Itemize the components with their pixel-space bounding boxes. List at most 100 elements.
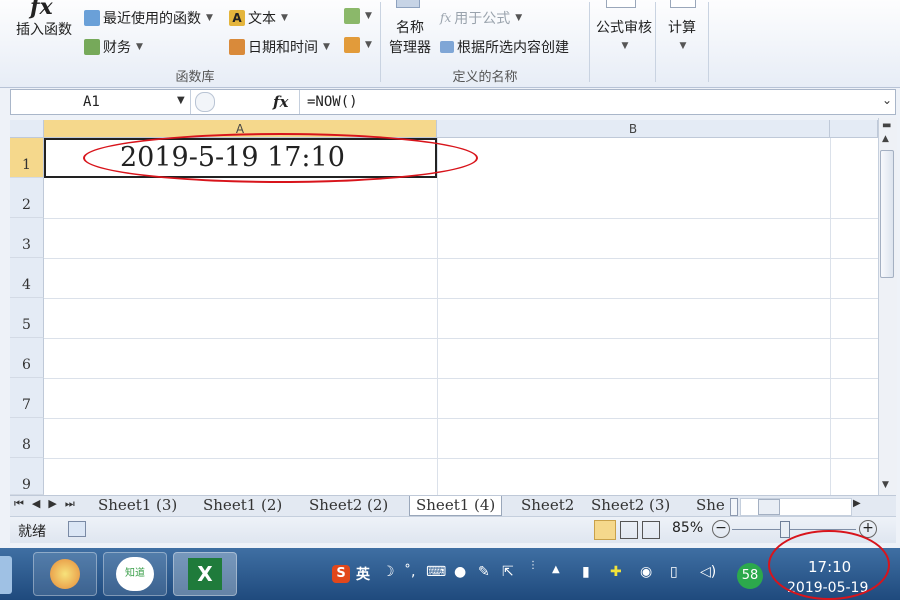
lookup-button[interactable]: ▼ [344, 8, 372, 24]
sheet-tab[interactable]: Sheet2 [521, 496, 574, 515]
ribbon: fx 插入函数 最近使用的函数 ▼ 财务 ▼ A 文本 ▼ 日期和时间 ▼ ▼ ▼ 函数… [0, 0, 900, 88]
sheet-tab[interactable]: Sheet2 (2) [309, 496, 388, 515]
group-separator [380, 2, 381, 82]
expand-formula-bar-icon[interactable]: ⌄ [879, 93, 895, 111]
create-selection-icon [440, 41, 454, 53]
sheet-tab-active[interactable]: Sheet1 (4) [409, 496, 503, 516]
sheet-tab[interactable]: Sheet1 (3) [98, 496, 177, 515]
row-header-7[interactable]: 7 [10, 378, 44, 418]
finance-icon [84, 39, 100, 55]
insert-function-fx-icon[interactable]: fx [273, 90, 288, 114]
security-plus-icon[interactable]: ✚ [610, 564, 622, 580]
vertical-scroll-thumb[interactable] [880, 150, 894, 278]
formula-auditing-label: 公式审核 [596, 20, 652, 36]
zoom-out-icon[interactable]: − [712, 520, 730, 538]
row-header-8[interactable]: 8 [10, 418, 44, 458]
scroll-right-icon[interactable]: ▶ [853, 498, 861, 509]
punctuation-icon[interactable]: ˚, [404, 564, 415, 580]
macro-record-icon[interactable] [68, 521, 86, 537]
use-in-formula-button[interactable]: fx 用于公式 ▼ [440, 8, 522, 28]
taskbar-zhidao-button[interactable]: 知道 [103, 552, 167, 596]
formula-auditing-button[interactable]: 公式审核 ▼ [593, 17, 655, 51]
ime-mode-label[interactable]: 英 [356, 564, 370, 584]
sheet-tab[interactable]: She [696, 496, 732, 515]
name-manager-label-2: 管理器 [389, 40, 431, 56]
qq-penguin-icon[interactable]: ◉ [640, 564, 652, 580]
page-break-view-icon[interactable] [642, 521, 660, 539]
user-icon[interactable]: ● [454, 564, 466, 580]
row-header-6[interactable]: 6 [10, 338, 44, 378]
keyboard-icon[interactable]: ⌨ [426, 564, 446, 580]
sheet-tab-bar: ⏮◀▶⏭ Sheet1 (3) Sheet1 (2) Sheet2 (2) Sh… [10, 495, 896, 516]
tray-menu-icon[interactable]: ⋮ [528, 560, 538, 571]
normal-view-icon[interactable] [594, 520, 616, 540]
network-signal-icon[interactable]: ▮ [582, 564, 590, 580]
text-label: 文本 [248, 11, 276, 27]
group-separator [708, 2, 709, 82]
moon-icon[interactable]: ☽ [382, 564, 395, 580]
row-header-5[interactable]: 5 [10, 298, 44, 338]
taskbar: 知道 X S 英 ☽ ˚, ⌨ ● ✎ ⇱ ⋮ ▲ ▮ ✚ ◉ ▯ ◁) 58 [0, 548, 900, 600]
zoom-level[interactable]: 85% [672, 520, 703, 536]
insert-function-button[interactable]: 插入函数 [16, 19, 72, 39]
horizontal-scrollbar[interactable] [740, 498, 852, 516]
sheet-tab[interactable]: Sheet1 (2) [203, 496, 282, 515]
zoom-slider-thumb[interactable] [780, 521, 790, 538]
column-header-c[interactable] [830, 120, 878, 138]
recently-used-button[interactable]: 最近使用的函数 ▼ [84, 8, 213, 28]
row-header-1[interactable]: 1 [10, 138, 44, 178]
more-functions-button[interactable]: ▼ [344, 37, 372, 53]
formula-divider [299, 90, 300, 114]
worksheet-grid[interactable]: A B 1 2 3 4 5 6 7 8 9 2019-5-19 17:10 [10, 120, 878, 495]
finance-button[interactable]: 财务 ▼ [84, 37, 143, 57]
chevron-down-icon: ▼ [621, 41, 629, 51]
group-separator [655, 2, 656, 82]
calculation-button[interactable]: 计算 ▼ [660, 17, 704, 51]
sogou-ime-icon[interactable]: S [332, 565, 350, 583]
notification-badge[interactable]: 58 [737, 563, 763, 589]
text-button[interactable]: A 文本 ▼ [229, 8, 288, 28]
formula-input[interactable]: =NOW() [307, 90, 358, 114]
show-hidden-icons-chevron[interactable]: ▲ [552, 564, 560, 575]
taskbar-excel-button[interactable]: X [173, 552, 237, 596]
name-manager-button[interactable]: 名称 管理器 [386, 18, 434, 58]
column-gridline [437, 138, 438, 495]
row-header-2[interactable]: 2 [10, 178, 44, 218]
star-book-icon [84, 10, 100, 26]
taskbar-paint-button[interactable] [33, 552, 97, 596]
name-manager-label-1: 名称 [396, 20, 424, 36]
defined-names-label: 定义的名称 [452, 70, 518, 85]
fx-small-icon: fx [440, 11, 452, 25]
sheet-nav-arrows-icon[interactable]: ⏮◀▶⏭ [14, 497, 83, 511]
row-header-4[interactable]: 4 [10, 258, 44, 298]
row-header-3[interactable]: 3 [10, 218, 44, 258]
row-header-9[interactable]: 9 [10, 458, 44, 495]
scroll-down-icon[interactable]: ▼ [882, 480, 889, 490]
start-button-edge[interactable] [0, 556, 12, 594]
status-ready-text: 就绪 [18, 524, 46, 540]
horizontal-scroll-thumb[interactable] [758, 499, 780, 515]
insert-function-icon: fx [30, 0, 53, 20]
name-box[interactable]: A1 [11, 90, 191, 114]
split-handle-icon[interactable]: ▬ [882, 120, 891, 131]
column-header-b[interactable]: B [437, 120, 830, 138]
create-from-selection-button[interactable]: 根据所选内容创建 [440, 37, 569, 57]
scroll-up-icon[interactable]: ▲ [882, 134, 889, 144]
open-external-icon[interactable]: ⇱ [502, 564, 514, 580]
formula-auditing-icon [606, 0, 636, 8]
name-box-dropdown-icon[interactable]: ▼ [177, 95, 185, 106]
datetime-label: 日期和时间 [248, 40, 318, 56]
formula-bar-expand-handle[interactable] [195, 92, 215, 112]
zhidao-icon: 知道 [116, 557, 154, 591]
battery-icon[interactable]: ▯ [670, 564, 678, 580]
tab-split-handle[interactable] [730, 498, 738, 516]
group-separator [589, 2, 590, 82]
chevron-down-icon: ▼ [206, 13, 213, 23]
sheet-tab[interactable]: Sheet2 (3) [591, 496, 670, 515]
wrench-icon[interactable]: ✎ [478, 564, 490, 580]
page-layout-view-icon[interactable] [620, 521, 638, 539]
volume-icon[interactable]: ◁) [700, 564, 716, 580]
datetime-button[interactable]: 日期和时间 ▼ [229, 37, 330, 57]
calculation-label: 计算 [668, 20, 696, 36]
select-all-corner[interactable] [10, 120, 44, 138]
